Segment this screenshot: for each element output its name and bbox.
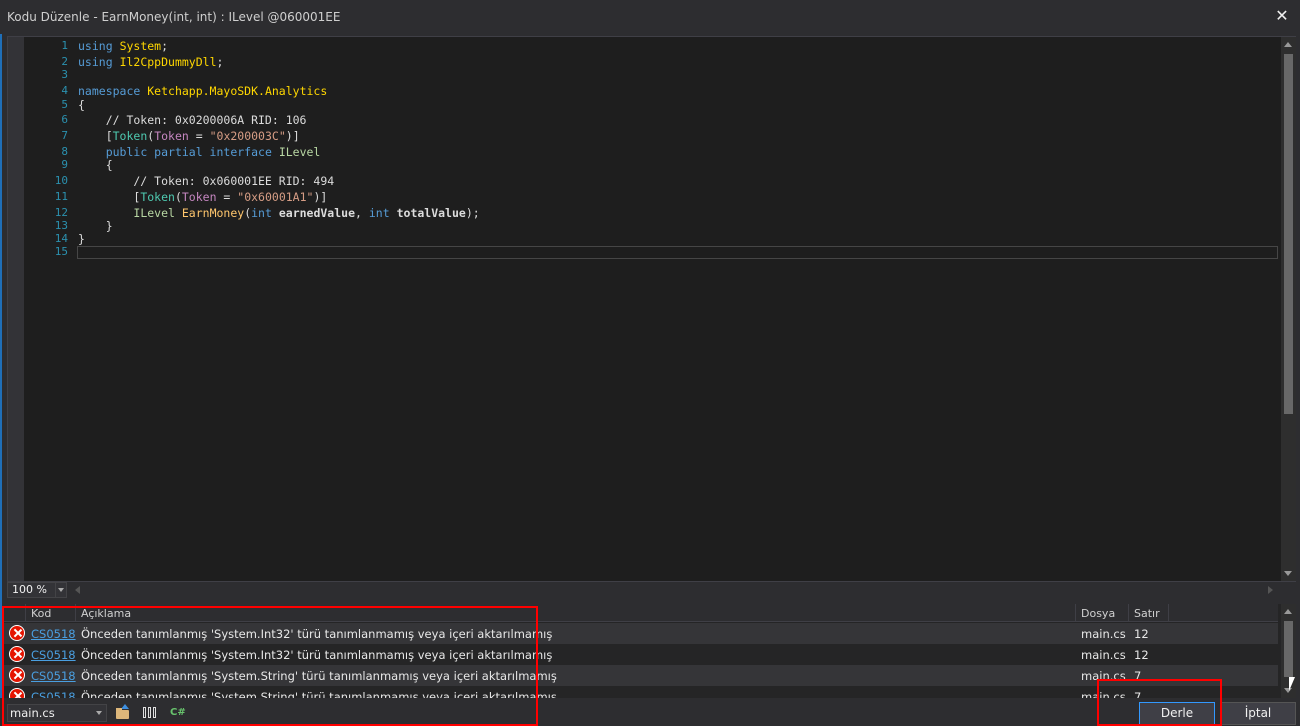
line-number: 9	[61, 158, 68, 171]
column-header-code[interactable]: Kod	[31, 607, 51, 620]
chevron-down-icon[interactable]	[55, 583, 66, 597]
error-description: Önceden tanımlanmış 'System.String' türü…	[81, 669, 557, 683]
scroll-down-icon[interactable]	[1284, 571, 1292, 576]
column-separator	[75, 604, 76, 622]
error-code-link[interactable]: CS0518	[31, 690, 76, 698]
column-separator	[1168, 604, 1169, 622]
open-folder-icon[interactable]	[115, 704, 131, 721]
editor-status-bar: 100 %	[7, 582, 1296, 598]
column-header-line[interactable]: Satır	[1134, 607, 1160, 620]
error-line: 12	[1134, 627, 1149, 641]
code-line: }	[78, 219, 113, 233]
line-number: 7	[61, 129, 68, 142]
line-number: 6	[61, 113, 68, 126]
csharp-icon[interactable]: C#	[170, 705, 186, 721]
column-header-description[interactable]: Açıklama	[81, 607, 131, 620]
error-line: 12	[1134, 648, 1149, 662]
error-row[interactable]: CS0518 Önceden tanımlanmış 'System.Int32…	[4, 623, 1278, 644]
line-number: 13	[54, 219, 68, 232]
code-line: using System;	[78, 39, 169, 53]
error-description: Önceden tanımlanmış 'System.Int32' türü …	[81, 627, 553, 641]
error-row[interactable]: CS0518 Önceden tanımlanmış 'System.Strin…	[4, 665, 1278, 686]
window-border	[0, 34, 2, 726]
title-bar: Kodu Düzenle - EarnMoney(int, int) : ILe…	[0, 0, 1300, 34]
scroll-left-icon[interactable]	[75, 586, 80, 594]
code-text[interactable]: using System; using Il2CppDummyDll; name…	[78, 37, 1278, 581]
code-line: [Token(Token = "0x200003C")]	[78, 129, 300, 143]
error-line: 7	[1134, 690, 1142, 698]
error-icon	[9, 625, 25, 641]
code-comment: // Token: 0x060001EE RID: 494	[78, 174, 335, 188]
mouse-cursor-icon	[1289, 677, 1295, 691]
column-separator	[25, 604, 26, 622]
line-number: 1	[61, 39, 68, 52]
window-title: Kodu Düzenle - EarnMoney(int, int) : ILe…	[7, 10, 341, 24]
column-separator	[1128, 604, 1129, 622]
scroll-thumb[interactable]	[1284, 54, 1293, 414]
code-line: {	[78, 98, 85, 112]
file-select[interactable]: main.cs	[7, 704, 107, 722]
line-number: 5	[61, 98, 68, 111]
error-row[interactable]: CS0518 Önceden tanımlanmış 'System.Int32…	[4, 644, 1278, 665]
code-comment: // Token: 0x0200006A RID: 106	[78, 113, 307, 127]
error-file: main.cs	[1081, 669, 1126, 683]
error-icon	[9, 688, 25, 698]
file-select-value: main.cs	[10, 706, 55, 720]
scroll-up-icon[interactable]	[1284, 42, 1292, 47]
line-number: 10	[54, 174, 68, 187]
line-number: 12	[54, 206, 68, 219]
line-number: 11	[54, 190, 68, 203]
line-number: 14	[54, 232, 68, 245]
error-row[interactable]: CS0518 Önceden tanımlanmış 'System.Strin…	[4, 686, 1278, 698]
editor-vertical-scrollbar[interactable]	[1281, 37, 1296, 581]
code-editor[interactable]: 1 2 3 4 5 6 7 8 9 10 11 12 13 14 15 usin…	[7, 36, 1296, 582]
scroll-thumb[interactable]	[1284, 621, 1293, 677]
code-line: public partial interface ILevel	[105, 145, 321, 159]
error-description: Önceden tanımlanmış 'System.String' türü…	[81, 690, 557, 698]
code-line: namespace Ketchapp.MayoSDK.Analytics	[78, 84, 328, 98]
line-number: 4	[61, 84, 68, 97]
line-number: 15	[54, 245, 68, 258]
references-icon[interactable]	[142, 705, 158, 721]
zoom-select[interactable]: 100 %	[7, 582, 67, 598]
close-icon[interactable]: ✕	[1274, 7, 1290, 25]
scroll-right-icon[interactable]	[1268, 586, 1273, 594]
error-list: Kod Açıklama Dosya Satır CS0518 Önceden …	[4, 604, 1296, 698]
error-list-header: Kod Açıklama Dosya Satır	[4, 604, 1278, 622]
error-line: 7	[1134, 669, 1142, 683]
cancel-button[interactable]: İptal	[1220, 702, 1296, 725]
line-number: 8	[61, 145, 68, 158]
code-line: {	[78, 158, 113, 172]
error-code-link[interactable]: CS0518	[31, 669, 76, 683]
code-line: [Token(Token = "0x60001A1")]	[78, 190, 328, 204]
error-code-link[interactable]: CS0518	[31, 648, 76, 662]
line-number: 3	[61, 68, 68, 81]
column-separator	[1075, 604, 1076, 622]
error-icon	[9, 646, 25, 662]
code-line: ILevel EarnMoney(int earnedValue, int to…	[133, 206, 480, 220]
chevron-down-icon[interactable]	[94, 705, 106, 721]
error-code-link[interactable]: CS0518	[31, 627, 76, 641]
error-icon	[9, 667, 25, 683]
bottom-toolbar: main.cs C# Derle İptal	[0, 698, 1300, 726]
error-file: main.cs	[1081, 690, 1126, 698]
editor-horizontal-scrollbar[interactable]	[71, 582, 1277, 598]
scroll-up-icon[interactable]	[1284, 609, 1292, 614]
zoom-value: 100 %	[12, 583, 47, 596]
glyph-margin	[8, 37, 24, 581]
column-header-file[interactable]: Dosya	[1081, 607, 1115, 620]
line-number-gutter: 1 2 3 4 5 6 7 8 9 10 11 12 13 14 15	[24, 37, 70, 581]
error-file: main.cs	[1081, 627, 1126, 641]
code-line: }	[78, 232, 85, 246]
code-line: using Il2CppDummyDll;	[78, 55, 224, 69]
error-description: Önceden tanımlanmış 'System.Int32' türü …	[81, 648, 553, 662]
compile-button[interactable]: Derle	[1139, 702, 1215, 725]
error-file: main.cs	[1081, 648, 1126, 662]
line-number: 2	[61, 55, 68, 68]
